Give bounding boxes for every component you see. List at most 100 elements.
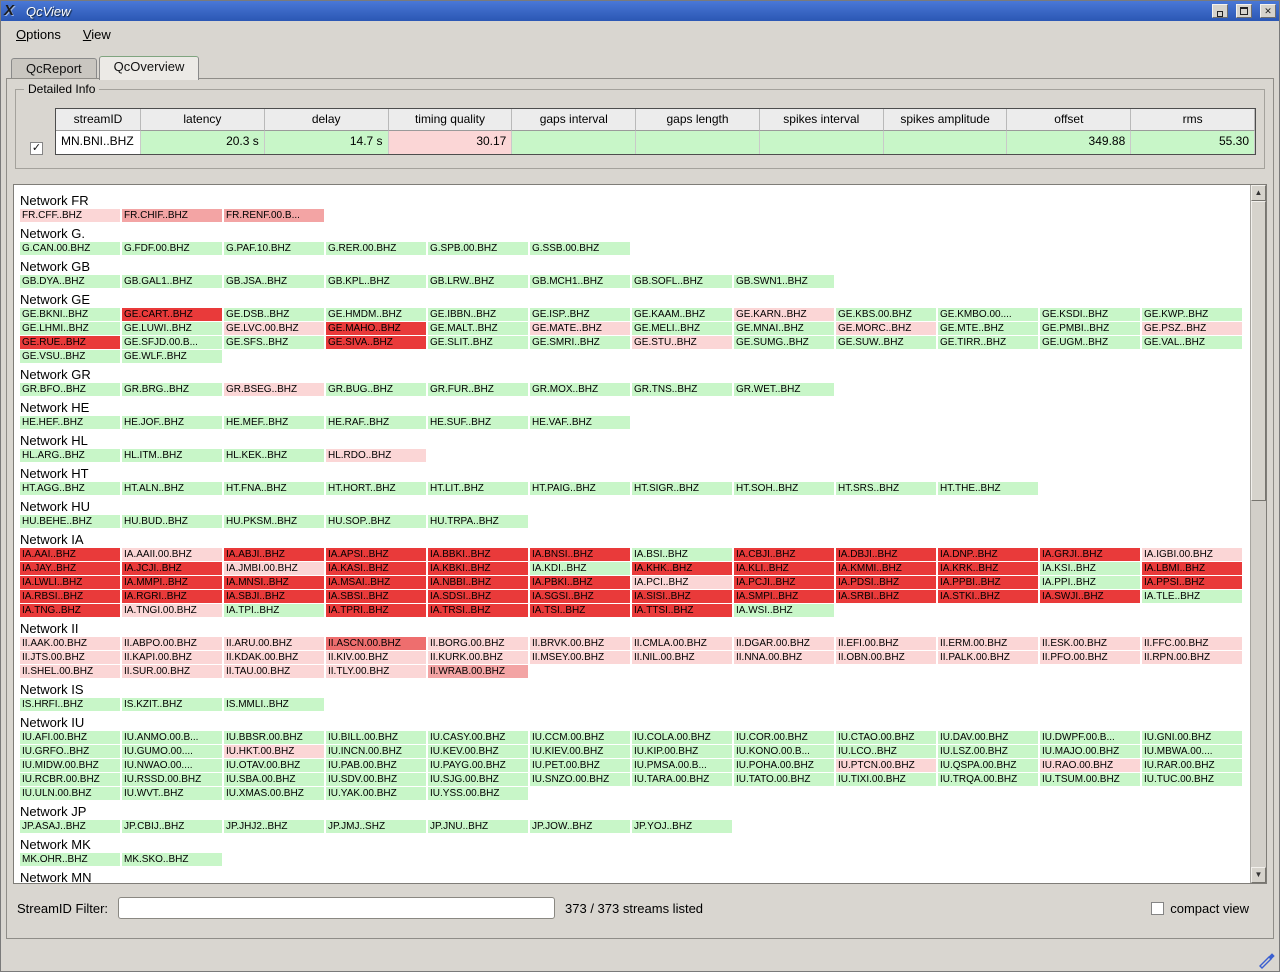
stream-cell[interactable]: II.PALK.00.BHZ: [938, 651, 1038, 664]
stream-cell[interactable]: IA.JCJI..BHZ: [122, 562, 222, 575]
stream-cell[interactable]: HE.HEF..BHZ: [20, 416, 120, 429]
stream-cell[interactable]: GE.IBBN..BHZ: [428, 308, 528, 321]
stream-cell[interactable]: IA.BSI..BHZ: [632, 548, 732, 561]
stream-cell[interactable]: IA.KBKI..BHZ: [428, 562, 528, 575]
stream-cell[interactable]: IA.LWLI..BHZ: [20, 576, 120, 589]
stream-cell[interactable]: JP.ASAJ..BHZ: [20, 820, 120, 833]
stream-cell[interactable]: IA.BNSI..BHZ: [530, 548, 630, 561]
stream-cell[interactable]: IU.RAR.00.BHZ: [1142, 759, 1242, 772]
stream-cell[interactable]: II.ERM.00.BHZ: [938, 637, 1038, 650]
stream-cell[interactable]: IA.KHK..BHZ: [632, 562, 732, 575]
stream-cell[interactable]: IA.SBSI..BHZ: [326, 590, 426, 603]
stream-cell[interactable]: GR.BUG..BHZ: [326, 383, 426, 396]
stream-cell[interactable]: IA.TRSI..BHZ: [428, 604, 528, 617]
stream-cell[interactable]: GB.GAL1..BHZ: [122, 275, 222, 288]
stream-cell[interactable]: II.KDAK.00.BHZ: [224, 651, 324, 664]
stream-cell[interactable]: G.SPB.00.BHZ: [428, 242, 528, 255]
stream-cell[interactable]: II.WRAB.00.BHZ: [428, 665, 528, 678]
stream-cell[interactable]: IA.KMMI..BHZ: [836, 562, 936, 575]
stream-cell[interactable]: IA.SWJI..BHZ: [1040, 590, 1140, 603]
stream-cell[interactable]: GE.KMBO.00....: [938, 308, 1038, 321]
stream-cell[interactable]: IU.SNZO.00.BHZ: [530, 773, 630, 786]
stream-cell[interactable]: IA.IGBI.00.BHZ: [1142, 548, 1242, 561]
stream-cell[interactable]: GE.MTE..BHZ: [938, 322, 1038, 335]
stream-cell[interactable]: FR.CHIF..BHZ: [122, 209, 222, 222]
stream-cell[interactable]: IA.DNP..BHZ: [938, 548, 1038, 561]
scroll-up-icon[interactable]: ▲: [1251, 185, 1266, 201]
stream-cell[interactable]: II.FFC.00.BHZ: [1142, 637, 1242, 650]
stream-cell[interactable]: HU.TRPA..BHZ: [428, 515, 528, 528]
scrollbar-thumb[interactable]: [1251, 201, 1266, 501]
stream-cell[interactable]: IU.PET.00.BHZ: [530, 759, 630, 772]
stream-cell[interactable]: GR.MOX..BHZ: [530, 383, 630, 396]
stream-cell[interactable]: GB.DYA..BHZ: [20, 275, 120, 288]
compact-view-checkbox[interactable]: [1151, 902, 1164, 915]
stream-cell[interactable]: G.PAF.10.BHZ: [224, 242, 324, 255]
stream-cell[interactable]: IU.PAB.00.BHZ: [326, 759, 426, 772]
stream-cell[interactable]: HT.HORT..BHZ: [326, 482, 426, 495]
stream-cell[interactable]: MK.OHR..BHZ: [20, 853, 120, 866]
stream-cell[interactable]: IA.TPRI..BHZ: [326, 604, 426, 617]
stream-cell[interactable]: IA.SRBI..BHZ: [836, 590, 936, 603]
stream-cell[interactable]: GE.PMBI..BHZ: [1040, 322, 1140, 335]
stream-cell[interactable]: GE.CART..BHZ: [122, 308, 222, 321]
stream-cell[interactable]: IA.MMPI..BHZ: [122, 576, 222, 589]
stream-cell[interactable]: II.SUR.00.BHZ: [122, 665, 222, 678]
stream-cell[interactable]: IA.SGSI..BHZ: [530, 590, 630, 603]
stream-cell[interactable]: IU.GRFO..BHZ: [20, 745, 120, 758]
streamid-filter-input[interactable]: [118, 897, 555, 919]
stream-cell[interactable]: GE.WLF..BHZ: [122, 350, 222, 363]
stream-cell[interactable]: GB.SWN1..BHZ: [734, 275, 834, 288]
stream-cell[interactable]: HU.BUD..BHZ: [122, 515, 222, 528]
stream-cell[interactable]: II.NIL.00.BHZ: [632, 651, 732, 664]
stream-cell[interactable]: IA.KDI..BHZ: [530, 562, 630, 575]
stream-cell[interactable]: IS.MMLI..BHZ: [224, 698, 324, 711]
stream-cell[interactable]: JP.JMJ..SHZ: [326, 820, 426, 833]
stream-cell[interactable]: II.CMLA.00.BHZ: [632, 637, 732, 650]
stream-cell[interactable]: IU.TIXI.00.BHZ: [836, 773, 936, 786]
stream-cell[interactable]: II.ASCN.00.BHZ: [326, 637, 426, 650]
close-button[interactable]: ✕: [1260, 4, 1276, 18]
stream-cell[interactable]: IA.KLI..BHZ: [734, 562, 834, 575]
stream-cell[interactable]: IU.MAJO.00.BHZ: [1040, 745, 1140, 758]
stream-cell[interactable]: IU.TARA.00.BHZ: [632, 773, 732, 786]
stream-cell[interactable]: IA.KSI..BHZ: [1040, 562, 1140, 575]
stream-cell[interactable]: HT.SIGR..BHZ: [632, 482, 732, 495]
stream-cell[interactable]: IA.JMBI.00.BHZ: [224, 562, 324, 575]
stream-cell[interactable]: GE.MALT..BHZ: [428, 322, 528, 335]
stream-cell[interactable]: GE.LVC.00.BHZ: [224, 322, 324, 335]
minimize-button[interactable]: [1212, 4, 1228, 18]
stream-cell[interactable]: GB.JSA..BHZ: [224, 275, 324, 288]
stream-cell[interactable]: IU.ANMO.00.B...: [122, 731, 222, 744]
detailed-info-checkbox[interactable]: [30, 142, 43, 155]
title-bar[interactable]: X QcView ✕: [1, 1, 1279, 21]
stream-cell[interactable]: GE.MNAI..BHZ: [734, 322, 834, 335]
stream-cell[interactable]: IU.AFI.00.BHZ: [20, 731, 120, 744]
stream-cell[interactable]: HU.SOP..BHZ: [326, 515, 426, 528]
stream-cell[interactable]: IA.MSAI..BHZ: [326, 576, 426, 589]
stream-cell[interactable]: II.KURK.00.BHZ: [428, 651, 528, 664]
stream-cell[interactable]: IA.TNG..BHZ: [20, 604, 120, 617]
stream-cell[interactable]: GB.MCH1..BHZ: [530, 275, 630, 288]
stream-cell[interactable]: GR.BSEG..BHZ: [224, 383, 324, 396]
stream-cell[interactable]: IU.YAK.00.BHZ: [326, 787, 426, 800]
stream-cell[interactable]: HE.VAF..BHZ: [530, 416, 630, 429]
stream-cell[interactable]: IU.SBA.00.BHZ: [224, 773, 324, 786]
stream-cell[interactable]: HT.PAIG..BHZ: [530, 482, 630, 495]
stream-cell[interactable]: HT.THE..BHZ: [938, 482, 1038, 495]
stream-cell[interactable]: HE.MEF..BHZ: [224, 416, 324, 429]
stream-cell[interactable]: GE.KARN..BHZ: [734, 308, 834, 321]
stream-cell[interactable]: IU.MIDW.00.BHZ: [20, 759, 120, 772]
stream-cell[interactable]: IA.ABJI..BHZ: [224, 548, 324, 561]
stream-cell[interactable]: IU.LSZ.00.BHZ: [938, 745, 1038, 758]
stream-cell[interactable]: GR.WET..BHZ: [734, 383, 834, 396]
stream-cell[interactable]: II.KAPI.00.BHZ: [122, 651, 222, 664]
stream-cell[interactable]: IU.KIEV.00.BHZ: [530, 745, 630, 758]
stream-cell[interactable]: IU.OTAV.00.BHZ: [224, 759, 324, 772]
stream-cell[interactable]: IA.AAII.00.BHZ: [122, 548, 222, 561]
stream-cell[interactable]: IA.AAI..BHZ: [20, 548, 120, 561]
stream-cell[interactable]: IA.SISI..BHZ: [632, 590, 732, 603]
stream-cell[interactable]: IA.JAY..BHZ: [20, 562, 120, 575]
stream-cell[interactable]: IU.NWAO.00....: [122, 759, 222, 772]
stream-cell[interactable]: JP.JOW..BHZ: [530, 820, 630, 833]
